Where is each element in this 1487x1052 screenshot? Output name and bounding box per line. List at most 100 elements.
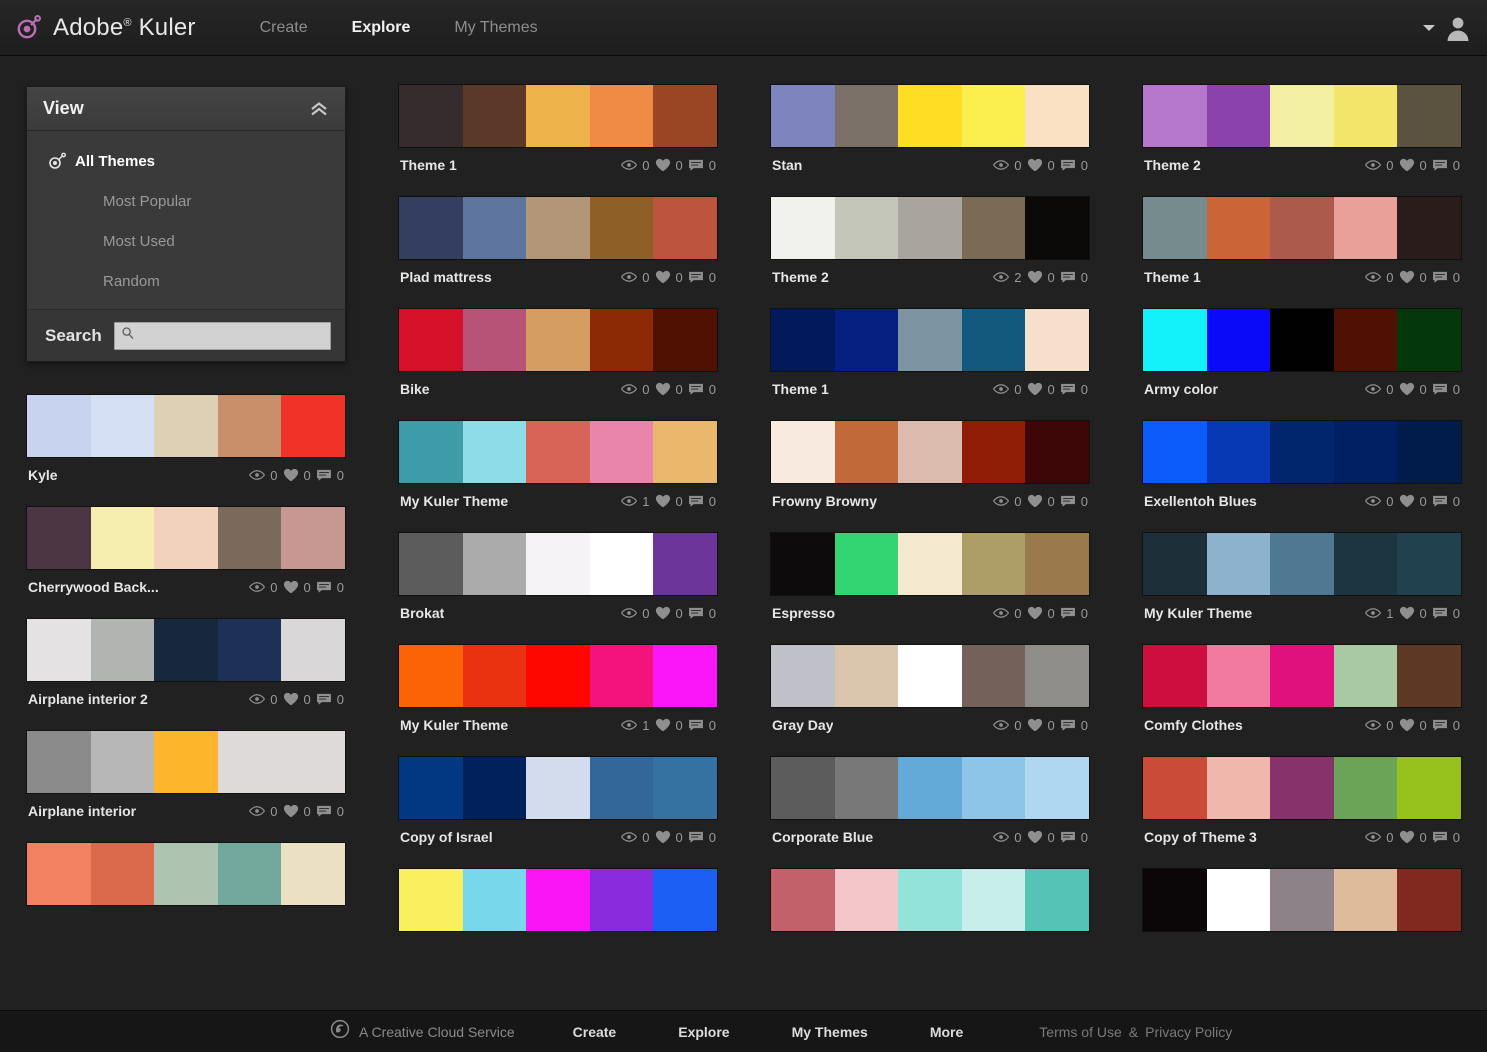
color-swatch[interactable] [1397,309,1461,371]
theme-swatch-strip[interactable] [1142,756,1462,820]
color-swatch[interactable] [771,197,835,259]
theme-card[interactable]: Bike000 [398,308,718,406]
color-swatch[interactable] [526,309,590,371]
color-swatch[interactable] [898,85,962,147]
color-swatch[interactable] [399,869,463,931]
color-swatch[interactable] [653,869,717,931]
theme-swatch-strip[interactable] [26,618,346,682]
color-swatch[interactable] [91,619,155,681]
color-swatch[interactable] [590,197,654,259]
theme-swatch-strip[interactable] [770,868,1090,932]
color-swatch[interactable] [1025,421,1089,483]
brand[interactable]: Adobe® Kuler [14,13,196,43]
color-swatch[interactable] [835,757,899,819]
color-swatch[interactable] [1397,421,1461,483]
color-swatch[interactable] [962,533,1026,595]
color-swatch[interactable] [1143,197,1207,259]
theme-swatch-strip[interactable] [398,308,718,372]
theme-title[interactable]: My Kuler Theme [1144,605,1252,621]
color-swatch[interactable] [1270,645,1334,707]
theme-card[interactable]: Airplane interior 2000 [26,618,346,716]
color-swatch[interactable] [1397,869,1461,931]
color-swatch[interactable] [590,533,654,595]
theme-swatch-strip[interactable] [26,506,346,570]
theme-title[interactable]: Comfy Clothes [1144,717,1243,733]
color-swatch[interactable] [27,619,91,681]
color-swatch[interactable] [590,309,654,371]
color-swatch[interactable] [898,533,962,595]
theme-title[interactable]: Bike [400,381,430,397]
theme-title[interactable]: Theme 1 [1144,269,1201,285]
theme-swatch-strip[interactable] [770,532,1090,596]
color-swatch[interactable] [463,421,527,483]
color-swatch[interactable] [962,197,1026,259]
color-swatch[interactable] [1025,645,1089,707]
color-swatch[interactable] [399,757,463,819]
theme-card[interactable]: Theme 2200 [770,196,1090,294]
footer-link-terms[interactable]: Terms of Use [1039,1024,1121,1040]
color-swatch[interactable] [1270,421,1334,483]
color-swatch[interactable] [771,645,835,707]
theme-card[interactable]: Airplane interior000 [26,730,346,828]
color-swatch[interactable] [27,731,91,793]
color-swatch[interactable] [962,757,1026,819]
theme-swatch-strip[interactable] [770,420,1090,484]
color-swatch[interactable] [1334,757,1398,819]
theme-title[interactable]: Brokat [400,605,444,621]
color-swatch[interactable] [590,645,654,707]
color-swatch[interactable] [154,843,218,905]
color-swatch[interactable] [91,507,155,569]
color-swatch[interactable] [463,85,527,147]
nav-create[interactable]: Create [238,13,330,43]
theme-swatch-strip[interactable] [770,84,1090,148]
color-swatch[interactable] [835,869,899,931]
color-swatch[interactable] [281,395,345,457]
color-swatch[interactable] [835,85,899,147]
chevron-down-icon[interactable] [1423,25,1435,31]
color-swatch[interactable] [1143,309,1207,371]
color-swatch[interactable] [1207,757,1271,819]
color-swatch[interactable] [218,731,282,793]
color-swatch[interactable] [653,309,717,371]
theme-swatch-strip[interactable] [26,394,346,458]
theme-swatch-strip[interactable] [770,196,1090,260]
theme-title[interactable]: Gray Day [772,717,833,733]
color-swatch[interactable] [1334,85,1398,147]
color-swatch[interactable] [399,533,463,595]
theme-title[interactable]: Exellentoh Blues [1144,493,1257,509]
color-swatch[interactable] [835,645,899,707]
color-swatch[interactable] [898,421,962,483]
theme-swatch-strip[interactable] [1142,644,1462,708]
color-swatch[interactable] [218,507,282,569]
color-swatch[interactable] [771,869,835,931]
color-swatch[interactable] [1143,869,1207,931]
color-swatch[interactable] [463,309,527,371]
theme-swatch-strip[interactable] [1142,196,1462,260]
color-swatch[interactable] [154,619,218,681]
color-swatch[interactable] [898,645,962,707]
color-swatch[interactable] [91,731,155,793]
theme-title[interactable]: Plad mattress [400,269,492,285]
color-swatch[interactable] [771,757,835,819]
color-swatch[interactable] [653,645,717,707]
theme-card[interactable]: My Kuler Theme100 [398,644,718,742]
color-swatch[interactable] [399,197,463,259]
color-swatch[interactable] [91,395,155,457]
color-swatch[interactable] [771,85,835,147]
color-swatch[interactable] [1334,197,1398,259]
color-swatch[interactable] [1207,197,1271,259]
nav-my-themes[interactable]: My Themes [432,13,559,43]
user-avatar-icon[interactable] [1445,15,1471,41]
theme-title[interactable]: Theme 2 [1144,157,1201,173]
theme-title[interactable]: Army color [1144,381,1218,397]
theme-card[interactable]: Brokat000 [398,532,718,630]
theme-title[interactable]: Copy of Israel [400,829,493,845]
color-swatch[interactable] [1207,645,1271,707]
theme-card[interactable] [398,868,718,932]
color-swatch[interactable] [962,309,1026,371]
color-swatch[interactable] [835,309,899,371]
color-swatch[interactable] [399,421,463,483]
color-swatch[interactable] [218,395,282,457]
color-swatch[interactable] [1025,533,1089,595]
footer-link-privacy[interactable]: Privacy Policy [1145,1024,1232,1040]
